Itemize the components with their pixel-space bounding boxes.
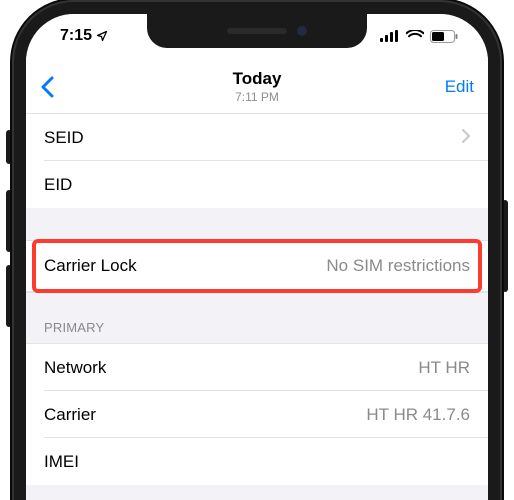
row-carrier-lock-group: Carrier Lock No SIM restrictions [26, 240, 488, 292]
row-label: Carrier Lock [44, 256, 137, 276]
notch [147, 14, 367, 48]
side-button[interactable] [502, 200, 508, 292]
row-label: IMEI [44, 452, 79, 472]
row-value: HT HR 41.7.6 [366, 405, 470, 425]
screen: 7:15 [26, 14, 488, 500]
row-eid[interactable]: EID [26, 161, 488, 208]
front-camera [297, 26, 307, 36]
section-header-primary: PRIMARY [26, 292, 488, 344]
row-label: Carrier [44, 405, 96, 425]
cellular-signal-icon [380, 30, 400, 42]
edit-button[interactable]: Edit [445, 77, 474, 97]
row-carrier[interactable]: Carrier HT HR 41.7.6 [26, 391, 488, 438]
nav-title: Today [233, 69, 282, 89]
back-chevron-icon[interactable] [40, 76, 54, 98]
section-gap [26, 208, 488, 240]
phone-bezel: 7:15 [12, 0, 502, 500]
nav-title-area: Today 7:11 PM [233, 69, 282, 103]
row-carrier-lock[interactable]: Carrier Lock No SIM restrictions [26, 241, 488, 291]
row-value: HT HR [418, 358, 470, 378]
row-network[interactable]: Network HT HR [26, 344, 488, 391]
row-label: SEID [44, 128, 84, 148]
speaker-grill [227, 28, 287, 34]
content-area[interactable]: SEID EID Carrier Lock No S [26, 114, 488, 485]
status-time: 7:15 [60, 27, 92, 45]
location-icon [96, 30, 108, 42]
row-label: Network [44, 358, 106, 378]
row-label: EID [44, 175, 72, 195]
nav-subtitle: 7:11 PM [233, 90, 282, 104]
row-imei[interactable]: IMEI [26, 438, 488, 485]
battery-icon [430, 30, 458, 43]
chevron-right-icon [462, 128, 470, 148]
section-header-label: PRIMARY [44, 320, 104, 335]
nav-bar: Today 7:11 PM Edit [26, 60, 488, 114]
row-value: No SIM restrictions [326, 256, 470, 276]
row-seid[interactable]: SEID [26, 114, 488, 161]
wifi-icon [406, 30, 424, 42]
